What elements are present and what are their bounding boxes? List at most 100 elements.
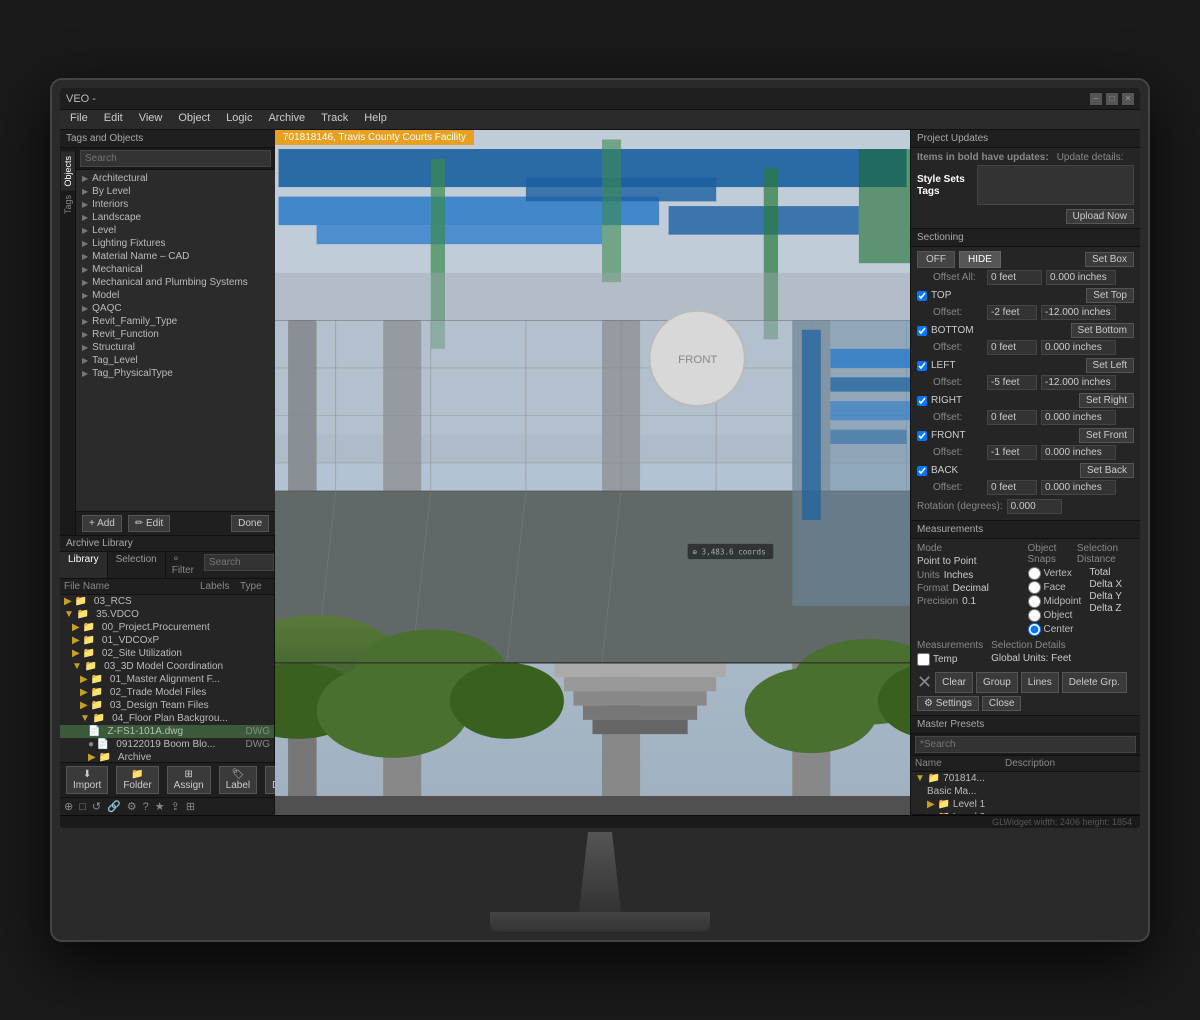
archive-tab-library[interactable]: Library xyxy=(60,552,108,578)
snap-object-radio[interactable] xyxy=(1028,609,1041,622)
tree-item-tag-physical[interactable]: ▶Tag_PhysicalType xyxy=(76,367,275,380)
edit-tag-button[interactable]: ✏ Edit xyxy=(128,515,170,532)
section-off-button[interactable]: OFF xyxy=(917,251,955,268)
icon-box[interactable]: □ xyxy=(79,801,86,813)
section-left-checkbox[interactable] xyxy=(917,361,927,371)
section-front-checkbox[interactable] xyxy=(917,431,927,441)
top-offset-input[interactable] xyxy=(987,305,1037,320)
preset-row-basicma[interactable]: Basic Ma... xyxy=(911,785,1140,798)
group-meas-button[interactable]: Group xyxy=(976,672,1018,693)
front-inches-input[interactable] xyxy=(1041,445,1116,460)
set-bottom-button[interactable]: Set Bottom xyxy=(1071,323,1134,338)
set-right-button[interactable]: Set Right xyxy=(1079,393,1134,408)
icon-import[interactable]: ⊕ xyxy=(64,800,73,813)
tree-item-material[interactable]: ▶Material Name – CAD xyxy=(76,250,275,263)
tags-search-input[interactable] xyxy=(80,150,271,167)
clear-button[interactable]: Clear xyxy=(935,672,973,693)
icon-link[interactable]: 🔗 xyxy=(107,800,121,813)
archive-row-archive[interactable]: ▶ 📁Archive xyxy=(60,751,274,762)
menu-object[interactable]: Object xyxy=(176,112,212,127)
offset-all-input[interactable] xyxy=(987,270,1042,285)
archive-tab-selection[interactable]: Selection xyxy=(108,552,166,578)
section-hide-button[interactable]: HIDE xyxy=(959,251,1001,268)
icon-star[interactable]: ★ xyxy=(155,800,165,813)
vtab-objects[interactable]: Objects xyxy=(61,152,75,191)
archive-search-input[interactable] xyxy=(204,554,274,571)
delete-grp-button[interactable]: Delete Grp. xyxy=(1062,672,1127,693)
bottom-inches-input[interactable] xyxy=(1041,340,1116,355)
snap-vertex-radio[interactable] xyxy=(1028,567,1041,580)
back-offset-input[interactable] xyxy=(987,480,1037,495)
tree-item-mechanical[interactable]: ▶Mechanical xyxy=(76,263,275,276)
section-back-checkbox[interactable] xyxy=(917,466,927,476)
tree-item-architectural[interactable]: ▶Architectural xyxy=(76,172,275,185)
section-right-checkbox[interactable] xyxy=(917,396,927,406)
top-inches-input[interactable] xyxy=(1041,305,1116,320)
menu-edit[interactable]: Edit xyxy=(102,112,125,127)
lines-button[interactable]: Lines xyxy=(1021,672,1059,693)
vtab-tags[interactable]: Tags xyxy=(61,191,75,218)
preset-row-level1[interactable]: ▶ 📁 Level 1 xyxy=(911,798,1140,811)
archive-row-boom[interactable]: ● 📄09122019 Boom Blo... DWG xyxy=(60,738,274,751)
tree-item-model[interactable]: ▶Model xyxy=(76,289,275,302)
label-button[interactable]: 🏷 Label xyxy=(219,766,257,794)
archive-row-dwg-z[interactable]: 📄Z-FS1-101A.dwg DWG xyxy=(60,725,274,738)
archive-row-procurement[interactable]: ▶ 📁00_Project.Procurement xyxy=(60,621,274,634)
upload-now-button[interactable]: Upload Now xyxy=(1066,209,1134,224)
set-front-button[interactable]: Set Front xyxy=(1079,428,1134,443)
assign-button[interactable]: ⊞ Assign xyxy=(167,766,211,794)
menu-help[interactable]: Help xyxy=(362,112,389,127)
tree-item-qaqc[interactable]: ▶QAQC xyxy=(76,302,275,315)
tree-item-revit-function[interactable]: ▶Revit_Function xyxy=(76,328,275,341)
set-top-button[interactable]: Set Top xyxy=(1086,288,1134,303)
section-bottom-checkbox[interactable] xyxy=(917,326,927,336)
archive-row-trade[interactable]: ▶ 📁02_Trade Model Files xyxy=(60,686,274,699)
tree-item-mech-plumb[interactable]: ▶Mechanical and Plumbing Systems xyxy=(76,276,275,289)
back-inches-input[interactable] xyxy=(1041,480,1116,495)
tree-item-level[interactable]: ▶Level xyxy=(76,224,275,237)
right-inches-input[interactable] xyxy=(1041,410,1116,425)
done-button[interactable]: Done xyxy=(231,515,269,532)
preset-search-input[interactable] xyxy=(915,736,1136,753)
archive-row-floor[interactable]: ▼ 📁04_Floor Plan Backgrou... xyxy=(60,712,274,725)
archive-row-design[interactable]: ▶ 📁03_Design Team Files xyxy=(60,699,274,712)
tree-item-structural[interactable]: ▶Structural xyxy=(76,341,275,354)
icon-help[interactable]: ? xyxy=(143,801,149,813)
archive-row-site[interactable]: ▶ 📁02_Site Utilization xyxy=(60,647,274,660)
archive-row-master-align[interactable]: ▶ 📁01_Master Alignment F... xyxy=(60,673,274,686)
left-offset-input[interactable] xyxy=(987,375,1037,390)
archive-row-3dmodel[interactable]: ▼ 📁03_3D Model Coordination xyxy=(60,660,274,673)
tree-item-bylevel[interactable]: ▶By Level xyxy=(76,185,275,198)
archive-row-35vdco[interactable]: ▼ 📁35.VDCO xyxy=(60,608,274,621)
icon-share[interactable]: ⇪ xyxy=(171,800,180,813)
snap-face-radio[interactable] xyxy=(1028,581,1041,594)
close-meas-button[interactable]: Close xyxy=(982,696,1022,711)
tree-item-revit-family[interactable]: ▶Revit_Family_Type xyxy=(76,315,275,328)
archive-row-03rcs[interactable]: ▶ 📁03_RCS xyxy=(60,595,274,608)
close-button[interactable]: ✕ xyxy=(1122,93,1134,105)
set-left-button[interactable]: Set Left xyxy=(1086,358,1134,373)
tree-item-tag-level[interactable]: ▶Tag_Level xyxy=(76,354,275,367)
icon-settings2[interactable]: ⚙ xyxy=(127,800,137,813)
left-inches-input[interactable] xyxy=(1041,375,1116,390)
menu-view[interactable]: View xyxy=(137,112,165,127)
import-button[interactable]: ⬇ Import xyxy=(66,766,108,794)
right-offset-input[interactable] xyxy=(987,410,1037,425)
minimize-button[interactable]: ─ xyxy=(1090,93,1102,105)
maximize-button[interactable]: □ xyxy=(1106,93,1118,105)
tree-item-lighting[interactable]: ▶Lighting Fixtures xyxy=(76,237,275,250)
clear-icon[interactable]: ✕ xyxy=(917,672,932,693)
front-offset-input[interactable] xyxy=(987,445,1037,460)
viewport[interactable]: 701818146, Travis County Courts Facility xyxy=(275,130,910,815)
set-back-button[interactable]: Set Back xyxy=(1080,463,1134,478)
rotation-input[interactable] xyxy=(1007,499,1062,514)
snap-center-radio[interactable] xyxy=(1028,623,1041,636)
tree-item-interiors[interactable]: ▶Interiors xyxy=(76,198,275,211)
menu-logic[interactable]: Logic xyxy=(224,112,254,127)
set-box-button[interactable]: Set Box xyxy=(1085,252,1134,267)
menu-file[interactable]: File xyxy=(68,112,90,127)
icon-refresh[interactable]: ↺ xyxy=(92,800,101,813)
preset-row-701814[interactable]: ▼ 📁 701814... xyxy=(911,772,1140,785)
icon-grid[interactable]: ⊞ xyxy=(186,800,195,813)
offset-all-inches-input[interactable] xyxy=(1046,270,1116,285)
